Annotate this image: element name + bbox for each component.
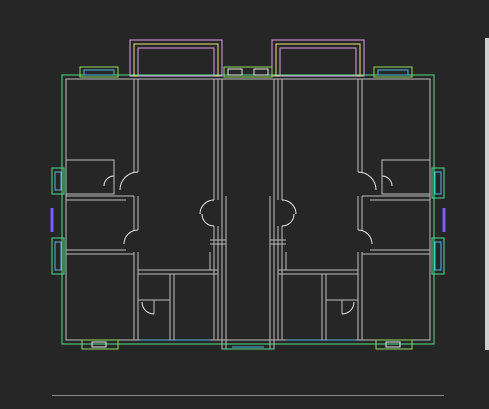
interior-walls xyxy=(65,79,431,349)
cad-viewport[interactable] xyxy=(0,0,489,409)
outer-walls xyxy=(51,74,445,350)
horizontal-rule xyxy=(52,395,444,396)
balconies xyxy=(129,39,365,77)
floor-plan-drawing xyxy=(50,39,446,350)
scrollbar-edge[interactable] xyxy=(485,38,489,350)
side-windows xyxy=(50,171,446,271)
door-swings xyxy=(103,171,393,315)
